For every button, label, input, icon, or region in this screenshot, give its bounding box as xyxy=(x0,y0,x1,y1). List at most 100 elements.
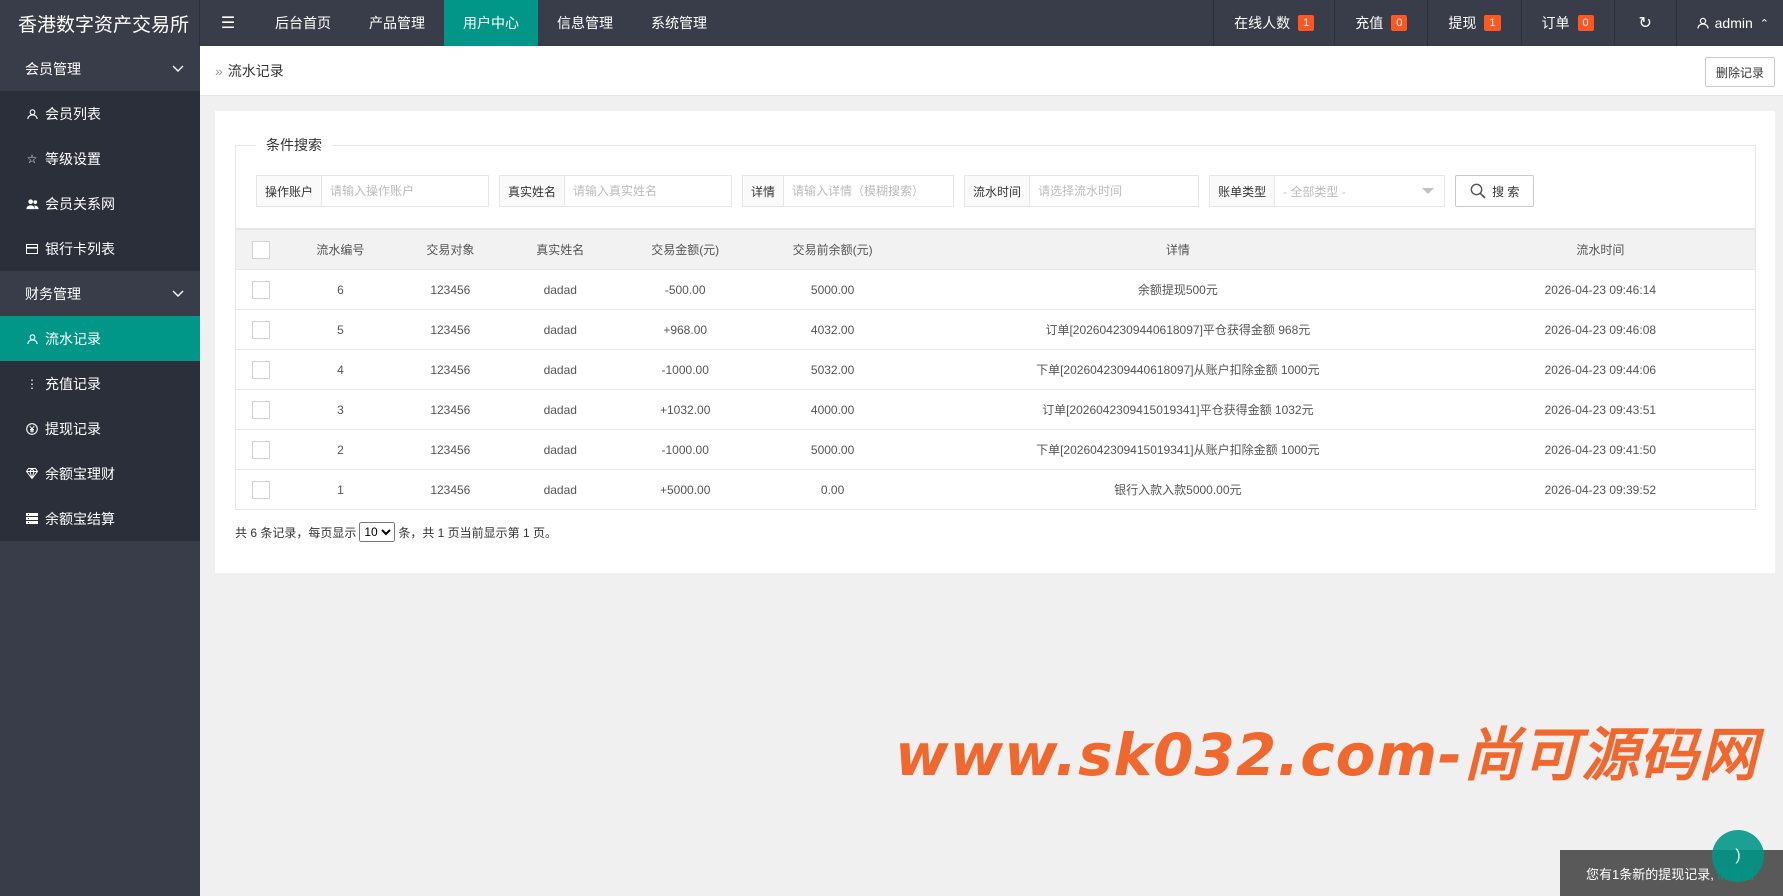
sidebar-item-level-settings[interactable]: ☆ 等级设置 xyxy=(0,136,200,181)
nav-info[interactable]: 信息管理 xyxy=(538,0,632,46)
cell-time: 2026-04-23 09:46:14 xyxy=(1445,269,1756,310)
cell-flow-id: 2 xyxy=(285,429,396,470)
right-nav: 在线人数 1 充值 0 提现 1 订单 0 ↻ admin ⌃ xyxy=(1213,0,1783,46)
detail-label: 详情 xyxy=(743,176,785,206)
watermark-text: www.sk032.com-尚可源码网 xyxy=(895,721,1759,789)
cell-amount: -1000.00 xyxy=(615,429,756,470)
brand-title: 香港数字资产交易所 xyxy=(0,0,200,46)
cell-time: 2026-04-23 09:41:50 xyxy=(1445,429,1756,470)
cell-target: 123456 xyxy=(395,429,506,470)
sidebar-group-label: 会员管理 xyxy=(25,60,81,77)
sidebar-item-label: 余额宝结算 xyxy=(45,510,115,527)
sidebar-item-member-network[interactable]: 会员关系网 xyxy=(0,181,200,226)
type-field: 账单类型 - 全部类型 - xyxy=(1209,175,1446,207)
type-label: 账单类型 xyxy=(1210,176,1276,206)
cell-flow-id: 3 xyxy=(285,389,396,430)
sound-icon[interactable]: ) xyxy=(1712,830,1764,882)
search-button-label: 搜 索 xyxy=(1492,184,1520,199)
sidebar-item-label: 等级设置 xyxy=(45,150,101,167)
online-users-button[interactable]: 在线人数 1 xyxy=(1213,0,1334,46)
row-select-cell xyxy=(235,349,286,390)
col-balance-before: 交易前余额(元) xyxy=(755,229,911,270)
cell-balance-before: 5000.00 xyxy=(755,429,911,470)
row-select-cell xyxy=(235,429,286,470)
time-input[interactable] xyxy=(1030,176,1199,206)
row-checkbox[interactable] xyxy=(251,280,270,299)
star-icon: ☆ xyxy=(26,151,38,166)
nav-home[interactable]: 后台首页 xyxy=(256,0,350,46)
cell-amount: +968.00 xyxy=(615,309,756,350)
chevron-down-icon xyxy=(172,290,184,297)
cell-balance-before: 4000.00 xyxy=(755,389,911,430)
cell-detail: 订单[2026042309440618097]平仓获得金额 968元 xyxy=(910,309,1446,350)
row-select-cell xyxy=(235,389,286,430)
recharge-button[interactable]: 充值 0 xyxy=(1334,0,1427,46)
cell-detail: 余额提现500元 xyxy=(910,269,1446,310)
cell-detail: 银行入款入款5000.00元 xyxy=(910,469,1446,510)
withdraw-label: 提现 xyxy=(1448,15,1477,31)
cell-real-name: dadad xyxy=(505,429,616,470)
cell-target: 123456 xyxy=(395,469,506,510)
account-input[interactable] xyxy=(322,176,489,206)
user-icon xyxy=(1697,17,1709,29)
withdraw-button[interactable]: 提现 1 xyxy=(1427,0,1520,46)
select-all-checkbox[interactable] xyxy=(251,240,270,259)
chevron-up-icon: ⌃ xyxy=(1759,17,1769,30)
cell-real-name: dadad xyxy=(505,309,616,350)
cell-detail: 订单[2026042309415019341]平仓获得金额 1032元 xyxy=(910,389,1446,430)
cell-real-name: dadad xyxy=(505,349,616,390)
row-select-cell xyxy=(235,469,286,510)
detail-input[interactable] xyxy=(784,176,954,206)
toast-text: 您有1条新的提现记录, xyxy=(1586,866,1714,882)
col-time: 流水时间 xyxy=(1445,229,1756,270)
name-input[interactable] xyxy=(565,176,732,206)
table-row: 6 123456 dadad -500.00 5000.00 余额提现500元 2026-0… xyxy=(235,269,1756,310)
user-menu[interactable]: admin ⌃ xyxy=(1675,0,1783,46)
pagination: 共 6 条记录，每页显示 10 条，共 1 页当前显示第 1 页。 xyxy=(235,522,557,542)
row-checkbox[interactable] xyxy=(251,360,270,379)
yen-icon xyxy=(25,422,39,435)
name-field: 真实姓名 xyxy=(499,175,733,207)
sidebar-group-members[interactable]: 会员管理 xyxy=(0,46,200,91)
nav-system[interactable]: 系统管理 xyxy=(632,0,726,46)
caret-down-icon xyxy=(1422,188,1435,194)
cell-amount: -500.00 xyxy=(615,269,756,310)
nav-user-center[interactable]: 用户中心 xyxy=(444,0,538,46)
sidebar-item-label: 流水记录 xyxy=(45,330,101,347)
type-select[interactable]: - 全部类型 - xyxy=(1275,176,1444,206)
breadcrumb: » 流水记录 删除记录 xyxy=(200,46,1783,96)
row-checkbox[interactable] xyxy=(251,440,270,459)
nav-products[interactable]: 产品管理 xyxy=(350,0,444,46)
sidebar-item-label: 会员关系网 xyxy=(45,195,115,212)
sidebar-item-withdraw-records[interactable]: 提现记录 xyxy=(0,406,200,451)
cell-target: 123456 xyxy=(395,349,506,390)
cell-detail: 下单[2026042309440618097]从账户扣除金额 1000元 xyxy=(910,349,1446,390)
sidebar-item-bank-cards[interactable]: 银行卡列表 xyxy=(0,226,200,271)
col-target: 交易对象 xyxy=(395,229,506,270)
row-checkbox[interactable] xyxy=(251,320,270,339)
col-amount: 交易金额(元) xyxy=(615,229,756,270)
delete-records-button[interactable]: 删除记录 xyxy=(1704,57,1775,87)
sidebar-group-finance[interactable]: 财务管理 xyxy=(0,271,200,316)
sidebar-item-yuebao-finance[interactable]: 余额宝理财 xyxy=(0,451,200,496)
recharge-label: 充值 xyxy=(1355,15,1384,31)
sidebar-item-flow-records[interactable]: 流水记录 xyxy=(0,316,200,361)
row-checkbox[interactable] xyxy=(251,400,270,419)
sidebar-item-recharge-records[interactable]: ⋮ 充值记录 xyxy=(0,361,200,406)
table-row: 4 123456 dadad -1000.00 5032.00 下单[2026042309… xyxy=(235,349,1756,390)
menu-toggle-icon[interactable]: ☰ xyxy=(200,0,256,46)
account-label: 操作账户 xyxy=(257,176,323,206)
search-button[interactable]: 搜 索 xyxy=(1455,175,1535,207)
search-legend: 条件搜索 xyxy=(266,137,322,153)
online-users-label: 在线人数 xyxy=(1234,15,1291,31)
refresh-icon[interactable]: ↻ xyxy=(1613,0,1676,46)
user-icon xyxy=(25,333,39,345)
page-size-select[interactable]: 10 xyxy=(359,522,396,542)
sidebar-item-member-list[interactable]: 会员列表 xyxy=(0,91,200,136)
table-row: 2 123456 dadad -1000.00 5000.00 下单[2026042309… xyxy=(235,429,1756,470)
sidebar-item-yuebao-settlement[interactable]: 余额宝结算 xyxy=(0,496,200,541)
time-label: 流水时间 xyxy=(965,176,1031,206)
order-button[interactable]: 订单 0 xyxy=(1520,0,1614,46)
pagination-suffix: 条，共 1 页当前显示第 1 页。 xyxy=(398,525,558,540)
row-checkbox[interactable] xyxy=(251,480,270,499)
